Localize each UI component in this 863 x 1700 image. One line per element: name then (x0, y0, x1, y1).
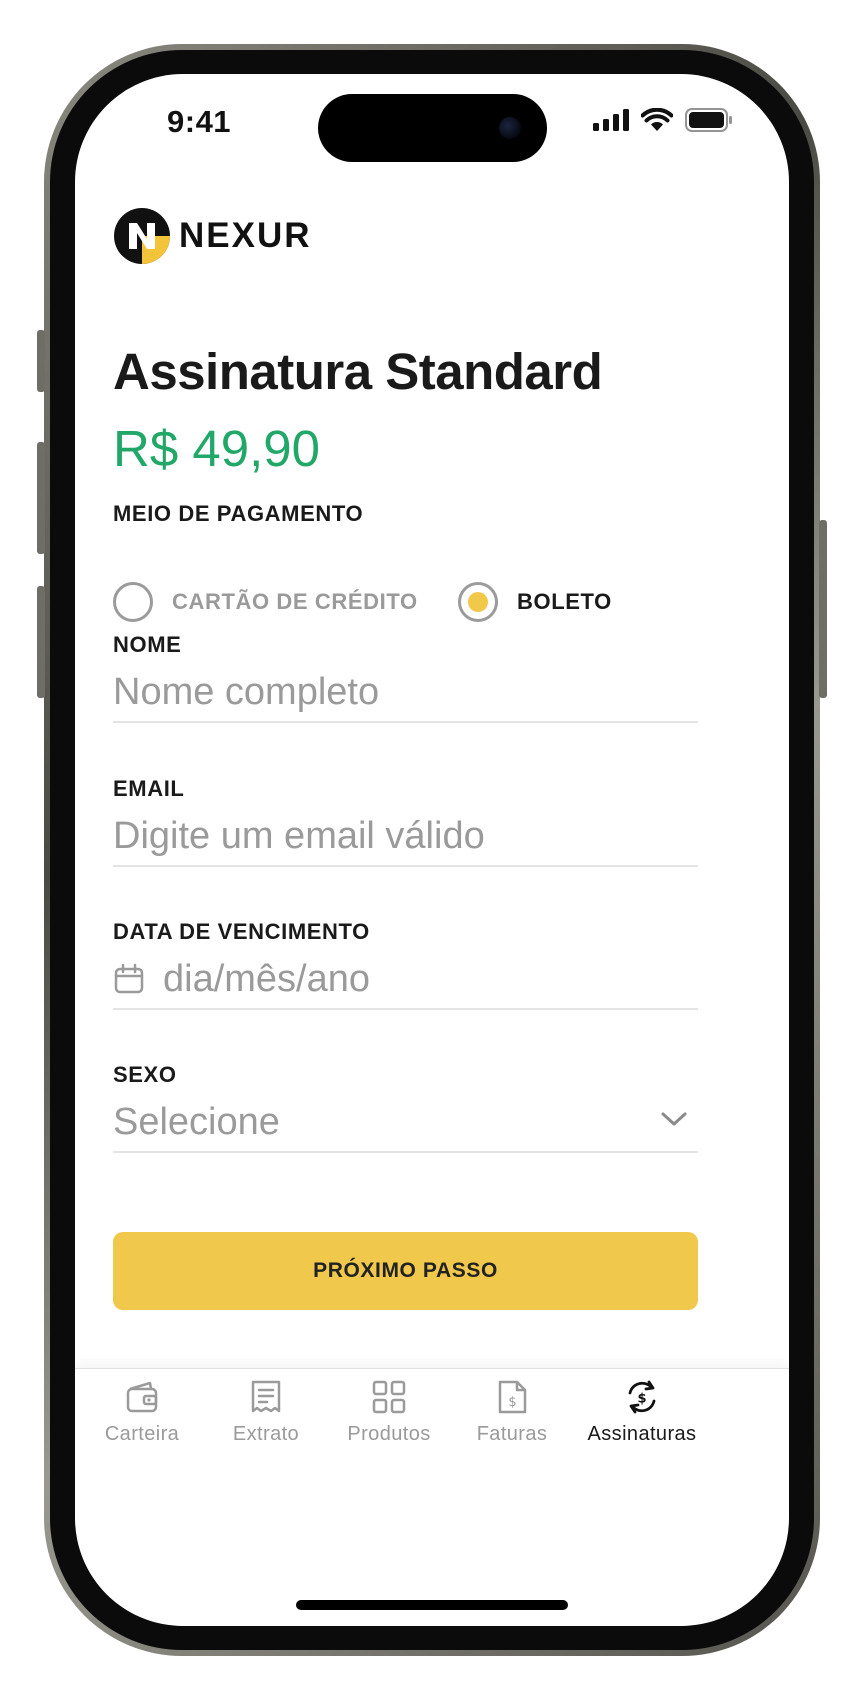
radio-credit-card[interactable]: CARTÃO DE CRÉDITO (113, 582, 418, 622)
radio-boleto-label: BOLETO (517, 589, 612, 614)
brand-logo: NEXUR (113, 207, 312, 265)
wifi-icon (641, 108, 673, 131)
tab-faturas[interactable]: $ Faturas (447, 1379, 577, 1446)
email-placeholder: Digite um email válido (113, 814, 485, 857)
tab-produtos-label: Produtos (347, 1423, 431, 1445)
email-field[interactable]: Digite um email válido (113, 807, 698, 867)
plan-price: R$ 49,90 (113, 420, 320, 477)
grid-icon (372, 1380, 406, 1414)
power-button (819, 520, 827, 698)
camera-icon (499, 117, 521, 139)
due-date-field[interactable]: dia/mês/ano (113, 950, 698, 1010)
due-date-placeholder: dia/mês/ano (163, 957, 371, 1000)
status-time: 9:41 (167, 104, 232, 139)
next-step-button[interactable]: PRÓXIMO PASSO (113, 1232, 698, 1310)
sex-label: SEXO (113, 1062, 177, 1087)
payment-method-options: CARTÃO DE CRÉDITO BOLETO (113, 582, 753, 630)
home-indicator (296, 1600, 568, 1610)
name-label: NOME (113, 632, 182, 657)
signal-icon (593, 109, 629, 131)
nexur-logo-icon (114, 208, 170, 264)
bottom-tab-bar: Carteira Extrato Produtos $ Faturas $ As… (75, 1368, 789, 1509)
tab-carteira-label: Carteira (104, 1423, 180, 1445)
tab-carteira[interactable]: Carteira (77, 1379, 207, 1446)
wallet-icon (126, 1381, 158, 1413)
radio-credit-card-label: CARTÃO DE CRÉDITO (172, 589, 418, 614)
svg-text:$: $ (508, 1395, 516, 1410)
radio-circle-selected[interactable] (458, 582, 498, 622)
tab-extrato[interactable]: Extrato (201, 1379, 331, 1446)
chevron-down-icon (661, 1112, 687, 1126)
plan-title: Assinatura Standard (113, 343, 603, 400)
volume-down-button (37, 586, 45, 698)
email-label: EMAIL (113, 776, 185, 801)
svg-text:$: $ (637, 1392, 646, 1407)
tab-assinaturas-label: Assinaturas (587, 1423, 697, 1445)
radio-boleto[interactable]: BOLETO (458, 582, 612, 622)
due-date-label: DATA DE VENCIMENTO (113, 919, 370, 944)
payment-method-label: MEIO DE PAGAMENTO (113, 501, 364, 526)
radio-circle[interactable] (113, 582, 153, 622)
radio-selected-dot (468, 592, 488, 612)
screen: 9:41 NEXUR Assinatura Standard R$ 49,90 … (75, 74, 789, 1626)
tab-produtos[interactable]: Produtos (324, 1379, 454, 1446)
sex-select[interactable]: Selecione (113, 1093, 698, 1153)
dynamic-island (318, 94, 547, 162)
volume-up-button (37, 442, 45, 554)
calendar-icon (114, 963, 144, 994)
sex-selected-value: Selecione (113, 1100, 280, 1143)
battery-icon (685, 108, 732, 132)
name-placeholder: Nome completo (113, 670, 380, 713)
subscription-icon: $ (628, 1380, 656, 1414)
action-button (37, 330, 45, 392)
tab-assinaturas[interactable]: $ Assinaturas (577, 1379, 707, 1446)
tab-faturas-label: Faturas (476, 1423, 548, 1445)
brand-name: NEXUR (179, 216, 312, 255)
name-field[interactable]: Nome completo (113, 663, 698, 723)
tab-extrato-label: Extrato (232, 1423, 300, 1445)
invoice-icon: $ (498, 1380, 527, 1414)
status-icons (593, 108, 733, 132)
receipt-icon (251, 1380, 281, 1413)
